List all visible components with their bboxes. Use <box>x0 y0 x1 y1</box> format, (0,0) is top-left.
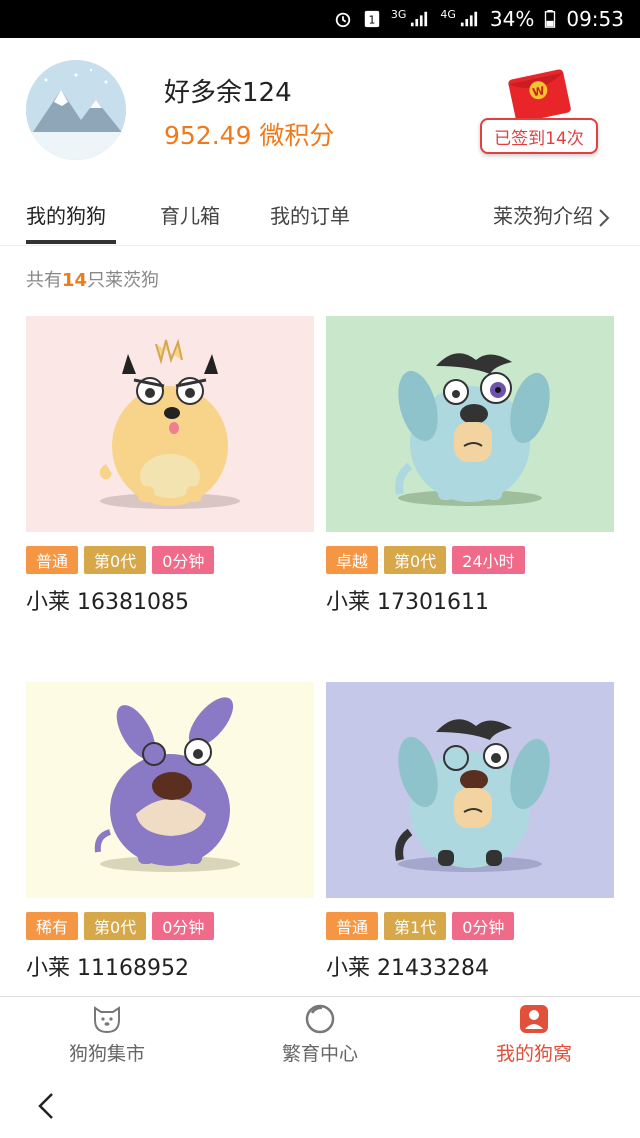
dog-card[interactable]: 普通 第1代 0分钟 小莱 21433284 <box>326 682 614 982</box>
clock: 09:53 <box>566 7 624 31</box>
tab-active-indicator <box>26 240 116 244</box>
dog-tags: 卓越 第0代 24小时 <box>326 546 614 574</box>
network-3g-label: 3G <box>390 8 407 21</box>
nav-label: 狗狗集市 <box>68 1043 145 1065</box>
user-badge-icon <box>520 1005 548 1033</box>
dog-card[interactable]: 普通 第0代 0分钟 小莱 16381085 <box>26 316 314 616</box>
svg-text:1: 1 <box>368 14 375 27</box>
nav-breeding-center[interactable]: 繁育中心 <box>250 1003 390 1066</box>
dog-face-icon <box>94 1006 120 1034</box>
nav-dog-market[interactable]: 狗狗集市 <box>37 1003 177 1066</box>
dog-tags: 稀有 第0代 0分钟 <box>26 912 314 940</box>
generation-tag: 第0代 <box>384 546 447 574</box>
count-number: 14 <box>62 270 88 291</box>
count-suffix: 只莱茨狗 <box>87 270 160 291</box>
tab-my-orders[interactable]: 我的订单 <box>270 200 350 229</box>
dog-image <box>26 316 314 532</box>
chevron-right-icon[interactable] <box>598 208 610 228</box>
checkin-label: 已签到14次 <box>480 118 598 154</box>
dog-tags: 普通 第1代 0分钟 <box>326 912 614 940</box>
checkin-button[interactable]: W 已签到14次 <box>480 68 600 164</box>
bottom-nav: 狗狗集市 繁育中心 我的狗窝 <box>0 996 640 1072</box>
cooldown-tag: 0分钟 <box>152 546 215 574</box>
tab-intro[interactable]: 莱茨狗介绍 <box>493 200 593 229</box>
generation-tag: 第0代 <box>84 546 147 574</box>
dog-count: 共有14只莱茨狗 <box>26 266 159 292</box>
nav-label: 我的狗窝 <box>495 1043 572 1065</box>
generation-tag: 第1代 <box>384 912 447 940</box>
cooldown-tag: 24小时 <box>452 546 525 574</box>
signal-icon <box>411 11 428 27</box>
dog-image <box>326 682 614 898</box>
battery-percent: 34% <box>489 7 535 31</box>
dog-illustration <box>395 353 550 506</box>
dog-image <box>26 682 314 898</box>
dog-tags: 普通 第0代 0分钟 <box>26 546 314 574</box>
dog-name: 小莱 16381085 <box>26 590 189 615</box>
dog-illustration <box>94 697 240 872</box>
sim-icon: 1 <box>364 10 380 28</box>
system-nav-bar <box>0 1072 640 1138</box>
mountain-avatar-icon <box>26 60 126 160</box>
nav-label: 繁育中心 <box>281 1043 358 1065</box>
tab-nursery[interactable]: 育儿箱 <box>160 200 220 229</box>
rarity-tag: 普通 <box>326 912 379 940</box>
dog-name: 小莱 17301611 <box>326 590 489 615</box>
status-bar: 1 3G 4G 34% 09:53 <box>0 0 640 38</box>
rarity-tag: 稀有 <box>26 912 79 940</box>
nav-my-kennel[interactable]: 我的狗窝 <box>464 1003 604 1066</box>
dog-illustration <box>395 719 550 872</box>
tab-bar: 我的狗狗 育儿箱 我的订单 莱茨狗介绍 <box>0 178 640 246</box>
avatar[interactable] <box>26 60 126 160</box>
dog-card[interactable]: 卓越 第0代 24小时 小莱 17301611 <box>326 316 614 616</box>
network-4g-label: 4G <box>440 8 456 21</box>
cooldown-tag: 0分钟 <box>452 912 515 940</box>
signal-icon-2 <box>460 11 478 27</box>
dog-card[interactable]: 稀有 第0代 0分钟 小莱 11168952 <box>26 682 314 982</box>
rarity-tag: 普通 <box>26 546 79 574</box>
cooldown-tag: 0分钟 <box>152 912 215 940</box>
generation-tag: 第0代 <box>84 912 147 940</box>
circle-icon <box>305 1004 335 1034</box>
profile-header: 好多余124 952.49 微积分 W 已签到14次 <box>0 38 640 178</box>
battery-icon <box>545 10 556 28</box>
back-arrow-icon[interactable] <box>36 1092 56 1120</box>
dog-name: 小莱 11168952 <box>26 956 189 981</box>
count-prefix: 共有 <box>26 270 62 291</box>
dog-name: 小莱 21433284 <box>326 956 489 981</box>
rarity-tag: 卓越 <box>326 546 379 574</box>
alarm-icon <box>335 12 351 28</box>
username: 好多余124 <box>164 78 292 108</box>
dog-illustration <box>99 338 240 509</box>
dog-image <box>326 316 614 532</box>
points-balance: 952.49 微积分 <box>164 121 335 150</box>
tab-my-dogs[interactable]: 我的狗狗 <box>26 200 106 229</box>
